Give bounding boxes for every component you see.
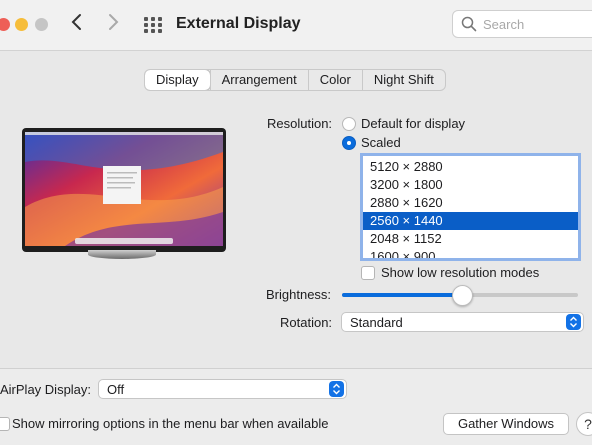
display-wallpaper: [25, 132, 223, 246]
resolution-label: Resolution:: [267, 116, 333, 131]
search-placeholder: Search: [483, 17, 525, 32]
tab-display[interactable]: Display: [145, 70, 210, 90]
show-all-grid-icon[interactable]: [144, 17, 162, 33]
close-window-button[interactable]: [0, 18, 10, 31]
tab-night-shift[interactable]: Night Shift: [361, 70, 445, 90]
resolution-option[interactable]: 2880 × 1620: [363, 194, 578, 212]
mirroring-checkbox[interactable]: [0, 417, 10, 431]
resolution-option[interactable]: 3200 × 1800: [363, 176, 578, 194]
scaled-label[interactable]: Scaled: [361, 135, 401, 150]
resolution-option[interactable]: 5120 × 2880: [363, 158, 578, 176]
low-resolution-checkbox[interactable]: [361, 266, 375, 280]
airplay-label: AirPlay Display:: [0, 382, 92, 397]
rotation-popup[interactable]: Standard: [341, 312, 584, 332]
rotation-value: Standard: [350, 315, 403, 330]
low-resolution-label[interactable]: Show low resolution modes: [381, 265, 539, 280]
resolution-option-selected[interactable]: 2560 × 1440: [363, 212, 578, 230]
tab-bar: Display Arrangement Color Night Shift: [144, 69, 446, 91]
resolution-list[interactable]: 5120 × 2880 3200 × 1800 2880 × 1620 2560…: [360, 153, 581, 261]
mirroring-label[interactable]: Show mirroring options in the menu bar w…: [12, 416, 329, 431]
search-field[interactable]: Search: [452, 10, 592, 38]
zoom-window-button[interactable]: [35, 18, 48, 31]
back-icon[interactable]: [70, 12, 84, 37]
resolution-option[interactable]: 2048 × 1152: [363, 230, 578, 248]
airplay-popup[interactable]: Off: [98, 379, 347, 399]
chevron-up-down-icon: [566, 314, 581, 330]
brightness-label: Brightness:: [266, 287, 332, 302]
tab-color[interactable]: Color: [307, 70, 362, 90]
default-for-display-label[interactable]: Default for display: [361, 116, 465, 131]
search-icon: [461, 16, 477, 32]
brightness-slider-thumb[interactable]: [451, 285, 473, 306]
brightness-slider-fill: [342, 293, 463, 297]
tab-arrangement[interactable]: Arrangement: [209, 70, 308, 90]
window-title: External Display: [176, 15, 301, 32]
forward-icon[interactable]: [106, 12, 120, 37]
scaled-radio[interactable]: [342, 136, 356, 150]
resolution-option[interactable]: 1600 × 900: [363, 248, 578, 258]
title-bar: External Display Search: [0, 0, 592, 51]
chevron-up-down-icon: [329, 381, 344, 397]
default-for-display-radio[interactable]: [342, 117, 356, 131]
airplay-value: Off: [107, 382, 125, 397]
minimize-window-button[interactable]: [15, 18, 28, 31]
rotation-label: Rotation:: [280, 315, 333, 330]
gather-windows-button[interactable]: Gather Windows: [443, 413, 569, 435]
display-preview-image: [22, 128, 226, 252]
display-stand: [88, 250, 156, 259]
